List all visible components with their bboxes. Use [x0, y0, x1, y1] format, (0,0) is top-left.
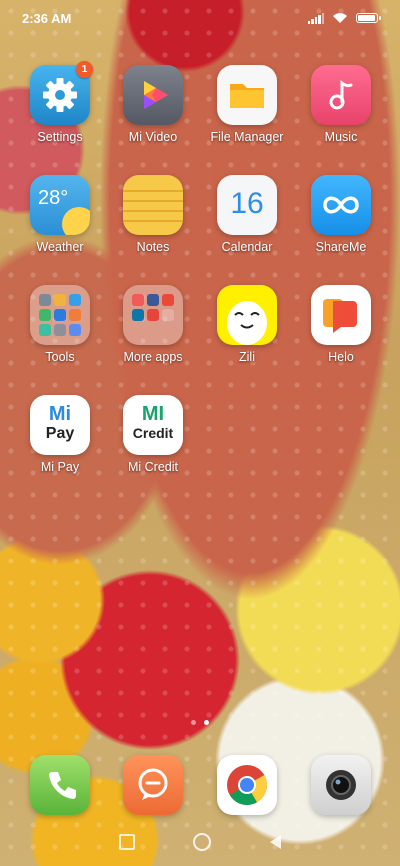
music-note-icon	[311, 65, 371, 125]
status-icons	[308, 12, 381, 24]
chrome-icon	[217, 755, 277, 815]
app-zili[interactable]: Zili	[202, 285, 292, 364]
app-calendar[interactable]: 16 Calendar	[202, 175, 292, 254]
navigation-bar	[0, 828, 400, 856]
app-file-manager[interactable]: File Manager	[202, 65, 292, 144]
folder-grid-icon	[30, 285, 90, 345]
app-label: Notes	[136, 240, 170, 254]
dock-phone[interactable]	[15, 755, 105, 815]
camera-icon	[311, 755, 371, 815]
app-label: More apps	[123, 350, 183, 364]
app-tools-folder[interactable]: Tools	[15, 285, 105, 364]
signal-icon	[308, 12, 325, 24]
app-settings[interactable]: 1 Settings	[15, 61, 105, 144]
app-mi-video[interactable]: Mi Video	[108, 65, 198, 144]
infinity-icon	[311, 175, 371, 235]
back-button[interactable]	[269, 835, 281, 849]
mi-credit-icon: MI Credit	[123, 395, 183, 455]
app-label: Mi Pay	[40, 460, 80, 474]
message-icon	[123, 755, 183, 815]
app-label: Tools	[45, 350, 75, 364]
mi-pay-logo-top: Mi	[48, 403, 72, 425]
sun-icon	[62, 207, 90, 235]
dock-camera[interactable]	[296, 755, 386, 815]
folder-icon	[217, 65, 277, 125]
calendar-icon: 16	[217, 175, 277, 235]
app-label: Mi Credit	[127, 460, 178, 474]
app-weather[interactable]: 28° Weather	[15, 175, 105, 254]
app-label: ShareMe	[315, 240, 367, 254]
calendar-day: 16	[230, 187, 264, 220]
app-label: Settings	[37, 130, 83, 144]
app-label: Weather	[36, 240, 84, 254]
app-mi-credit[interactable]: MI Credit Mi Credit	[108, 395, 198, 474]
app-label: File Manager	[210, 130, 284, 144]
app-more-apps-folder[interactable]: More apps	[108, 285, 198, 364]
page-indicator	[0, 720, 400, 725]
app-helo[interactable]: Helo	[296, 285, 386, 364]
notification-badge: 1	[76, 61, 93, 78]
weather-temp: 28°	[38, 187, 69, 209]
mi-pay-logo-bottom: Pay	[45, 425, 75, 442]
app-shareme[interactable]: ShareMe	[296, 175, 386, 254]
app-notes[interactable]: Notes	[108, 175, 198, 254]
page-dot-active	[204, 720, 209, 725]
helo-icon	[311, 285, 371, 345]
mi-credit-logo-top: MI	[141, 403, 165, 425]
app-music[interactable]: Music	[296, 65, 386, 144]
app-mi-pay[interactable]: Mi Pay Mi Pay	[15, 395, 105, 474]
page-dot	[191, 720, 196, 725]
wifi-icon	[333, 13, 347, 23]
app-label: Zili	[239, 350, 255, 364]
zili-face-icon	[217, 285, 277, 345]
app-label: Helo	[328, 350, 354, 364]
folder-grid-icon	[123, 285, 183, 345]
notes-icon	[123, 175, 183, 235]
recents-button[interactable]	[119, 834, 136, 850]
dock-messages[interactable]	[108, 755, 198, 815]
dock-chrome[interactable]	[202, 755, 292, 815]
app-label: Calendar	[221, 240, 273, 254]
app-label: Music	[324, 130, 358, 144]
phone-icon	[30, 755, 90, 815]
home-button[interactable]	[193, 833, 212, 851]
battery-icon	[356, 13, 381, 23]
mi-pay-icon: Mi Pay	[30, 395, 90, 455]
play-icon	[123, 65, 183, 125]
status-time: 2:36 AM	[22, 10, 72, 26]
status-bar: 2:36 AM	[0, 0, 400, 36]
weather-icon: 28°	[30, 175, 90, 235]
mi-credit-logo-bottom: Credit	[132, 425, 174, 441]
app-label: Mi Video	[128, 130, 178, 144]
